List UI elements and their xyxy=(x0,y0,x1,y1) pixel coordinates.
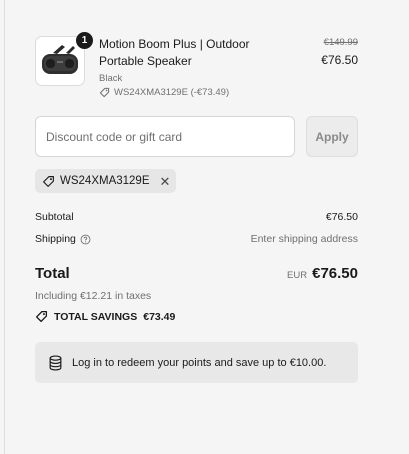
total-amount: €76.50 xyxy=(312,265,358,282)
shipping-value: Enter shipping address xyxy=(250,233,358,245)
close-icon[interactable]: ✕ xyxy=(160,175,171,188)
line-item: 1 Motion Boom Plus | Outdoor Portable Sp… xyxy=(35,32,358,100)
points-text: Log in to redeem your points and save up… xyxy=(72,356,327,369)
taxes-note: Including €12.21 in taxes xyxy=(35,290,152,302)
savings-value: €73.49 xyxy=(143,310,176,323)
coins-stack-icon xyxy=(49,354,62,370)
product-thumbnail: 1 xyxy=(35,32,93,86)
product-title: Motion Boom Plus | Outdoor Portable Spea… xyxy=(99,37,250,68)
tag-icon xyxy=(43,175,54,187)
discount-form: Apply xyxy=(35,116,358,157)
product-variant: Black xyxy=(99,73,123,84)
question-circle-icon[interactable] xyxy=(80,234,91,245)
subtotal-label: Subtotal xyxy=(35,211,74,223)
shipping-label: Shipping xyxy=(35,233,76,245)
points-banner[interactable]: Log in to redeem your points and save up… xyxy=(35,342,358,383)
total-savings: TOTAL SAVINGS €73.49 xyxy=(35,310,175,323)
total-label: Total xyxy=(35,265,70,282)
total-row: Total EUR €76.50 xyxy=(35,265,358,282)
tag-icon xyxy=(35,310,48,323)
applied-code: WS24XMA3129E xyxy=(60,175,150,187)
compare-at-price: €149.99 xyxy=(323,37,358,48)
savings-label: TOTAL SAVINGS xyxy=(54,310,138,323)
shipping-row: Shipping Enter shipping address xyxy=(35,233,358,245)
discount-code-input[interactable] xyxy=(35,116,295,157)
applied-discount-chip: WS24XMA3129E ✕ xyxy=(35,169,177,193)
quantity-badge: 1 xyxy=(76,32,93,49)
product-discount: WS24XMA3129E (-€73.49) xyxy=(99,87,289,98)
column-divider xyxy=(4,0,5,454)
subtotal-row: Subtotal €76.50 xyxy=(35,211,358,223)
subtotal-value: €76.50 xyxy=(325,211,358,223)
currency-code: EUR xyxy=(287,270,308,281)
line-price: €76.50 xyxy=(321,53,358,67)
tag-icon xyxy=(99,87,110,98)
product-discount-text: WS24XMA3129E (-€73.49) xyxy=(114,87,230,98)
speaker-image xyxy=(42,45,78,74)
apply-button[interactable]: Apply xyxy=(306,116,358,157)
